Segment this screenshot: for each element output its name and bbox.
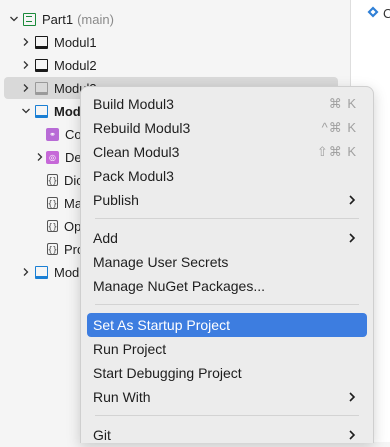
menu-separator <box>95 304 359 305</box>
tree-item-label: Modul1 <box>54 34 97 50</box>
tree-item-modul5[interactable]: Modu <box>20 261 87 283</box>
menu-item-label: Rebuild Modul3 <box>93 120 191 136</box>
code-file-icon: {} <box>47 174 58 186</box>
menu-item-add[interactable]: Add <box>87 226 367 250</box>
dependencies-icon: ◎ <box>46 150 59 164</box>
chevron-right-icon[interactable] <box>20 36 32 48</box>
menu-item-label: Start Debugging Project <box>93 365 242 381</box>
menu-item-set-startup[interactable]: Set As Startup Project <box>87 313 367 337</box>
tree-item-file-pro[interactable]: {} Pro <box>47 238 84 260</box>
solution-icon <box>23 12 36 26</box>
menu-separator <box>95 415 359 416</box>
menu-item-label: Manage NuGet Packages... <box>93 278 265 294</box>
menu-item-label: Run With <box>93 389 151 405</box>
menu-item-label: Publish <box>93 192 139 208</box>
menu-item-clean[interactable]: Clean Modul3 ⇧⌘ K <box>87 140 367 164</box>
chevron-right-icon <box>347 429 357 441</box>
tree-item-modul2[interactable]: Modul2 <box>20 54 97 76</box>
menu-item-publish[interactable]: Publish <box>87 188 367 212</box>
menu-item-build[interactable]: Build Modul3 ⌘ K <box>87 92 367 116</box>
project-icon <box>35 81 48 95</box>
chevron-right-icon[interactable] <box>20 266 32 278</box>
menu-item-label: Manage User Secrets <box>93 254 229 270</box>
project-icon <box>35 104 48 118</box>
tree-solution-row[interactable]: Part1 (main) <box>8 8 114 30</box>
shortcut-label: ⌘ K <box>328 96 357 111</box>
code-file-icon: {} <box>47 243 58 255</box>
tree-item-file-ma[interactable]: {} Ma <box>47 192 82 214</box>
menu-item-run-project[interactable]: Run Project <box>87 337 367 361</box>
tree-item-label: Modul2 <box>54 57 97 73</box>
editor-tab-label[interactable]: C <box>383 6 390 21</box>
menu-item-rebuild[interactable]: Rebuild Modul3 ^⌘ K <box>87 116 367 140</box>
menu-item-manage-user-secrets[interactable]: Manage User Secrets <box>87 250 367 274</box>
branch-label: (main) <box>77 11 114 27</box>
chevron-right-icon <box>347 391 357 403</box>
menu-item-start-debugging[interactable]: Start Debugging Project <box>87 361 367 385</box>
tree-item-connected-services[interactable]: ⚭ Co <box>46 123 82 145</box>
shortcut-label: ⇧⌘ K <box>316 144 357 159</box>
diamond-icon <box>367 6 379 21</box>
menu-separator <box>95 218 359 219</box>
menu-item-pack[interactable]: Pack Modul3 <box>87 164 367 188</box>
project-icon <box>35 58 48 72</box>
context-menu: Build Modul3 ⌘ K Rebuild Modul3 ^⌘ K Cle… <box>80 86 374 443</box>
connected-services-icon: ⚭ <box>46 127 59 141</box>
menu-item-label: Set As Startup Project <box>93 317 230 333</box>
chevron-right-icon <box>347 232 357 244</box>
project-icon <box>35 35 48 49</box>
tree-item-label: Op <box>64 218 82 234</box>
chevron-right-icon[interactable] <box>20 59 32 71</box>
menu-item-label: Git <box>93 427 111 443</box>
menu-item-git[interactable]: Git <box>87 423 367 447</box>
chevron-down-icon[interactable] <box>20 105 32 117</box>
menu-item-label: Build Modul3 <box>93 96 174 112</box>
tree-item-modul1[interactable]: Modul1 <box>20 31 97 53</box>
tree-item-file-op[interactable]: {} Op <box>47 215 81 237</box>
code-file-icon: {} <box>47 220 58 232</box>
tree-item-file-dic[interactable]: {} Dic <box>47 169 83 191</box>
menu-item-label: Clean Modul3 <box>93 144 180 160</box>
menu-item-label: Run Project <box>93 341 167 357</box>
menu-item-label: Add <box>93 230 118 246</box>
chevron-right-icon[interactable] <box>34 151 46 163</box>
project-icon <box>35 265 48 279</box>
menu-item-run-with[interactable]: Run With <box>87 385 367 409</box>
solution-name: Part1 <box>42 11 74 27</box>
chevron-right-icon[interactable] <box>20 82 32 94</box>
shortcut-label: ^⌘ K <box>321 120 357 135</box>
chevron-right-icon <box>347 194 357 206</box>
menu-item-label: Pack Modul3 <box>93 168 174 184</box>
menu-item-manage-nuget[interactable]: Manage NuGet Packages... <box>87 274 367 298</box>
code-file-icon: {} <box>47 197 58 209</box>
chevron-down-icon[interactable] <box>8 13 20 25</box>
